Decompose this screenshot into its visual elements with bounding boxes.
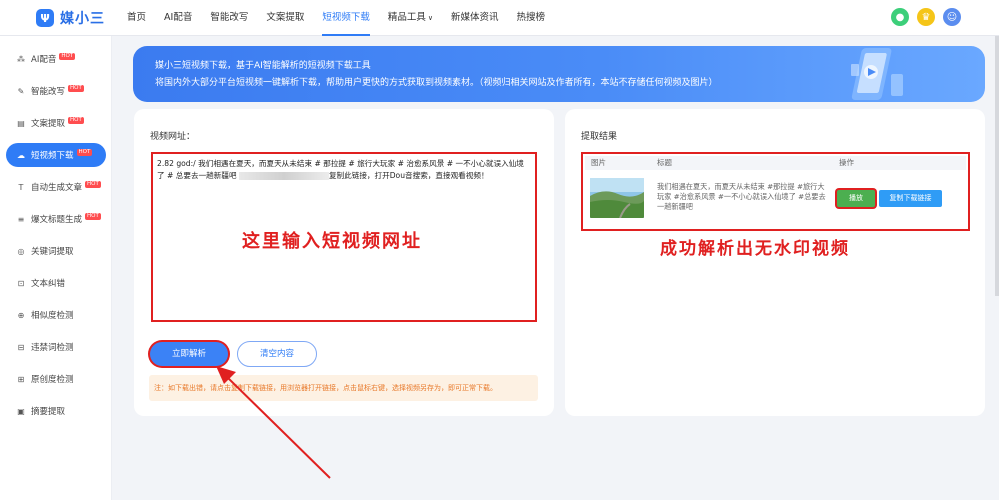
result-table: 图片 标题 操作 我们相遇在夏天，而夏天从未结束 #那拉提 #旅行大玩家 #治愈… xyxy=(581,152,970,231)
user-avatar-icon[interactable]: ☺ xyxy=(943,8,961,26)
nav-item-6[interactable]: 新媒体资讯 xyxy=(442,0,508,36)
sidebar-item-4[interactable]: T 自动生成文章 HOT xyxy=(6,175,106,199)
sidebar-item-5[interactable]: ≡ 爆文标题生成 HOT xyxy=(6,207,106,231)
hot-badge: HOT xyxy=(68,116,84,124)
hot-badge: HOT xyxy=(59,52,76,60)
nav-item-7[interactable]: 热搜榜 xyxy=(508,0,555,36)
nav-item-3[interactable]: 文案提取 xyxy=(257,0,313,36)
page-scrollbar[interactable] xyxy=(995,36,999,296)
banner-title: 媒小三短视频下载，基于AI智能解析的短视频下载工具 xyxy=(155,61,371,71)
hot-badge: HOT xyxy=(68,84,84,92)
sidebar-item-label: 自动生成文章 xyxy=(31,183,83,193)
sidebar-item-label: 关键词提取 xyxy=(31,247,74,257)
sidebar-item-10[interactable]: ⊞ 原创度检测 xyxy=(6,367,106,391)
hot-badge: HOT xyxy=(85,180,101,188)
main-nav: 首页 AI配音 智能改写 文案提取 短视频下载 精品工具 ∨ 新媒体资讯 热搜榜 xyxy=(118,0,554,36)
summary-icon: ▣ xyxy=(17,406,25,416)
sidebar-item-label: 文本纠错 xyxy=(31,279,66,289)
video-thumbnail xyxy=(590,178,644,218)
waveform-icon: ⁂ xyxy=(17,54,25,64)
sidebar-item-label: 文案提取 xyxy=(31,119,66,129)
result-annotation: 成功解析出无水印视频 xyxy=(660,239,850,259)
sidebar-item-3[interactable]: ☁ 短视频下载 HOT xyxy=(6,143,106,167)
nav-item-5[interactable]: 精品工具 ∨ xyxy=(379,0,442,36)
forbidden-word-icon: ⊟ xyxy=(17,342,25,352)
nav-item-4[interactable]: 短视频下载 xyxy=(313,0,379,36)
header-title: 标题 xyxy=(657,158,672,167)
vip-crown-icon[interactable]: ♛ xyxy=(917,8,935,26)
input-annotation: 这里输入短视频网址 xyxy=(242,231,422,252)
edit-icon: ✎ xyxy=(17,86,25,96)
clear-button[interactable]: 清空内容 xyxy=(237,341,317,367)
hot-badge: HOT xyxy=(76,148,93,156)
sidebar-item-label: 违禁词检测 xyxy=(31,343,74,353)
sidebar-item-label: 相似度检测 xyxy=(31,311,74,321)
sidebar-item-1[interactable]: ✎ 智能改写 HOT xyxy=(6,79,106,103)
document-icon: ▤ xyxy=(17,118,25,128)
table-header xyxy=(585,156,966,170)
sidebar-item-label: 摘要提取 xyxy=(31,407,66,417)
sidebar-item-6[interactable]: ◎ 关键词提取 xyxy=(6,239,106,263)
originality-icon: ⊞ xyxy=(17,374,25,384)
header-action: 操作 xyxy=(839,158,854,167)
sidebar-item-9[interactable]: ⊟ 违禁词检测 xyxy=(6,335,106,359)
nav-item-0[interactable]: 首页 xyxy=(118,0,155,36)
keyword-icon: ◎ xyxy=(17,246,25,256)
hot-badge: HOT xyxy=(85,212,101,220)
sidebar-item-label: 短视频下载 xyxy=(31,151,74,161)
url-text-part2: 复制此链接，打开Dou音搜索，直接观看视频！ xyxy=(328,171,489,180)
sidebar: ⁂ AI配音 HOT ✎ 智能改写 HOT ▤ 文案提取 HOT ☁ 短视频下载 HOT T 自动生成文章… xyxy=(0,36,112,500)
nav-item-1[interactable]: AI配音 xyxy=(155,0,201,36)
download-tip: 注：如下载出错，请点击复制下载链接，用浏览器打开链接，点击鼠标右键，选择视频另存… xyxy=(149,375,538,401)
sidebar-item-label: 原创度检测 xyxy=(31,375,74,385)
result-video-title: 我们相遇在夏天，而夏天从未结束 #那拉提 #旅行大玩家 #治愈系风景 #一不小心… xyxy=(657,182,826,211)
chevron-down-icon: ∨ xyxy=(427,14,434,22)
title-icon: ≡ xyxy=(17,214,25,224)
logo-text: 媒小三 xyxy=(60,11,105,27)
copy-link-button[interactable]: 复制下载链接 xyxy=(879,190,942,207)
video-url-label: 视频网址： xyxy=(150,132,196,142)
logo[interactable]: Ψ 媒小三 xyxy=(36,8,105,28)
sidebar-item-label: AI配音 xyxy=(31,55,57,65)
blurred-link xyxy=(238,172,329,180)
sidebar-item-11[interactable]: ▣ 摘要提取 xyxy=(6,399,106,423)
sidebar-item-label: 爆文标题生成 xyxy=(31,215,83,225)
top-right-icons: ● ♛ ☺ xyxy=(891,8,961,26)
sidebar-item-2[interactable]: ▤ 文案提取 HOT xyxy=(6,111,106,135)
similarity-icon: ⊕ xyxy=(17,310,25,320)
header-image: 图片 xyxy=(591,158,606,167)
result-panel: 提取结果 图片 标题 操作 我们相遇在夏天，而夏天从未结束 #那拉提 #旅行大玩… xyxy=(565,109,985,416)
lock-icon: ⊡ xyxy=(17,278,25,288)
banner-description: 将国内外大部分平台短视频一键解析下载，帮助用户更快的方式获取到视频素材。（视频归… xyxy=(155,78,718,88)
parse-button[interactable]: 立即解析 xyxy=(150,342,228,366)
top-navbar: Ψ 媒小三 首页 AI配音 智能改写 文案提取 短视频下载 精品工具 ∨ 新媒体资讯 热搜榜 ●… xyxy=(0,0,999,36)
nav-item-2[interactable]: 智能改写 xyxy=(201,0,257,36)
logo-icon: Ψ xyxy=(36,9,54,27)
cloud-download-icon: ☁ xyxy=(17,150,25,160)
phone-illustration xyxy=(851,48,903,100)
sidebar-item-7[interactable]: ⊡ 文本纠错 xyxy=(6,271,106,295)
bell-icon[interactable]: ● xyxy=(891,8,909,26)
sidebar-item-0[interactable]: ⁂ AI配音 HOT xyxy=(6,47,106,71)
sidebar-item-label: 智能改写 xyxy=(31,87,66,97)
intro-banner: 媒小三短视频下载，基于AI智能解析的短视频下载工具 将国内外大部分平台短视频一键… xyxy=(133,46,985,102)
play-button[interactable]: 播放 xyxy=(837,190,875,207)
result-label: 提取结果 xyxy=(581,132,618,142)
input-panel: 视频网址： 2.82 god:/ 我们相遇在夏天，而夏天从未结束 # 那拉提 #… xyxy=(134,109,554,416)
text-icon: T xyxy=(18,182,24,192)
sidebar-item-8[interactable]: ⊕ 相似度检测 xyxy=(6,303,106,327)
